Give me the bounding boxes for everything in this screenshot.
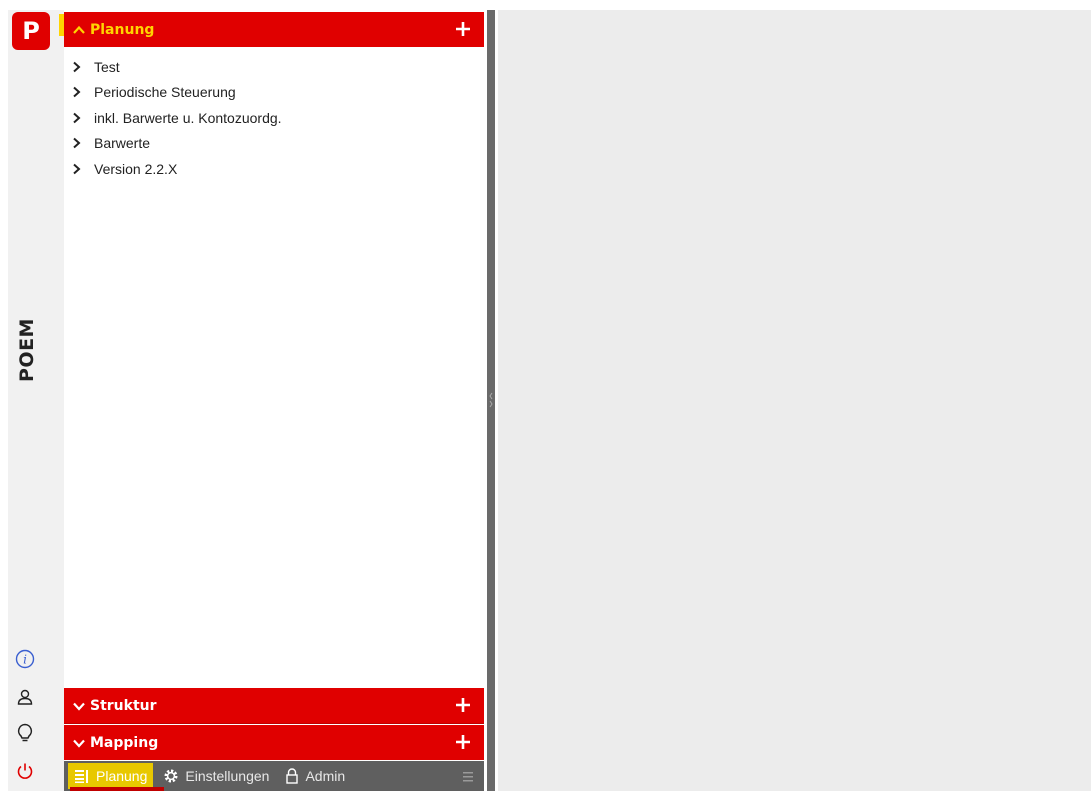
lightbulb-icon[interactable] [14, 722, 36, 744]
list-icon [74, 768, 90, 784]
tree-item[interactable]: inkl. Barwerte u. Kontozuordg. [72, 105, 282, 131]
gear-icon [163, 768, 179, 784]
chevron-down-icon [72, 699, 86, 713]
tree-item[interactable]: Test [72, 54, 282, 80]
tree-item-label: Version 2.2.X [94, 160, 178, 177]
power-icon[interactable] [14, 760, 36, 782]
section-header-planung[interactable]: Planung [64, 12, 484, 47]
active-tab-underline [70, 787, 164, 791]
icon-rail [8, 10, 64, 791]
tab-label: Planung [96, 768, 148, 784]
tree-item-label: Barwerte [94, 135, 151, 152]
splitter-grip-icon[interactable] [489, 392, 493, 408]
app-logo[interactable]: P [12, 12, 50, 50]
user-icon[interactable] [14, 686, 36, 708]
lock-icon [285, 768, 299, 784]
section-title: Planung [90, 21, 155, 38]
hamburger-menu-icon[interactable] [462, 769, 474, 783]
tree-item[interactable]: Barwerte [72, 131, 282, 157]
tree-item-label: inkl. Barwerte u. Kontozuordg. [94, 109, 282, 126]
section-header-mapping[interactable]: Mapping [64, 725, 484, 760]
tree-item-label: Test [94, 58, 120, 75]
tab-admin[interactable]: Admin [279, 763, 351, 789]
section-title: Struktur [90, 697, 157, 714]
svg-text:i: i [23, 653, 27, 667]
app-name: POEM [16, 318, 38, 382]
add-icon[interactable] [454, 696, 472, 714]
add-icon[interactable] [454, 733, 472, 751]
tree-list: Test Periodische Steuerung inkl. Barwert… [72, 54, 282, 182]
tab-planung[interactable]: Planung [68, 763, 154, 789]
tab-label: Admin [305, 768, 346, 784]
add-icon[interactable] [454, 20, 472, 38]
main-content-area [498, 10, 1091, 791]
section-header-struktur[interactable]: Struktur [64, 688, 484, 724]
chevron-right-icon[interactable] [72, 137, 84, 149]
tab-einstellungen[interactable]: Einstellungen [157, 763, 275, 789]
navigation-panel: Planung Test Periodische Steuerung inkl.… [64, 10, 484, 782]
chevron-right-icon[interactable] [72, 163, 84, 175]
chevron-down-icon [72, 736, 86, 750]
info-icon[interactable]: i [14, 648, 36, 670]
section-title: Mapping [90, 734, 159, 751]
tab-label: Einstellungen [185, 768, 270, 784]
chevron-up-icon [72, 23, 86, 37]
chevron-right-icon[interactable] [72, 112, 84, 124]
tree-item[interactable]: Periodische Steuerung [72, 80, 282, 106]
chevron-right-icon[interactable] [72, 61, 84, 73]
chevron-right-icon[interactable] [72, 86, 84, 98]
tree-item[interactable]: Version 2.2.X [72, 156, 282, 182]
tree-item-label: Periodische Steuerung [94, 84, 236, 101]
